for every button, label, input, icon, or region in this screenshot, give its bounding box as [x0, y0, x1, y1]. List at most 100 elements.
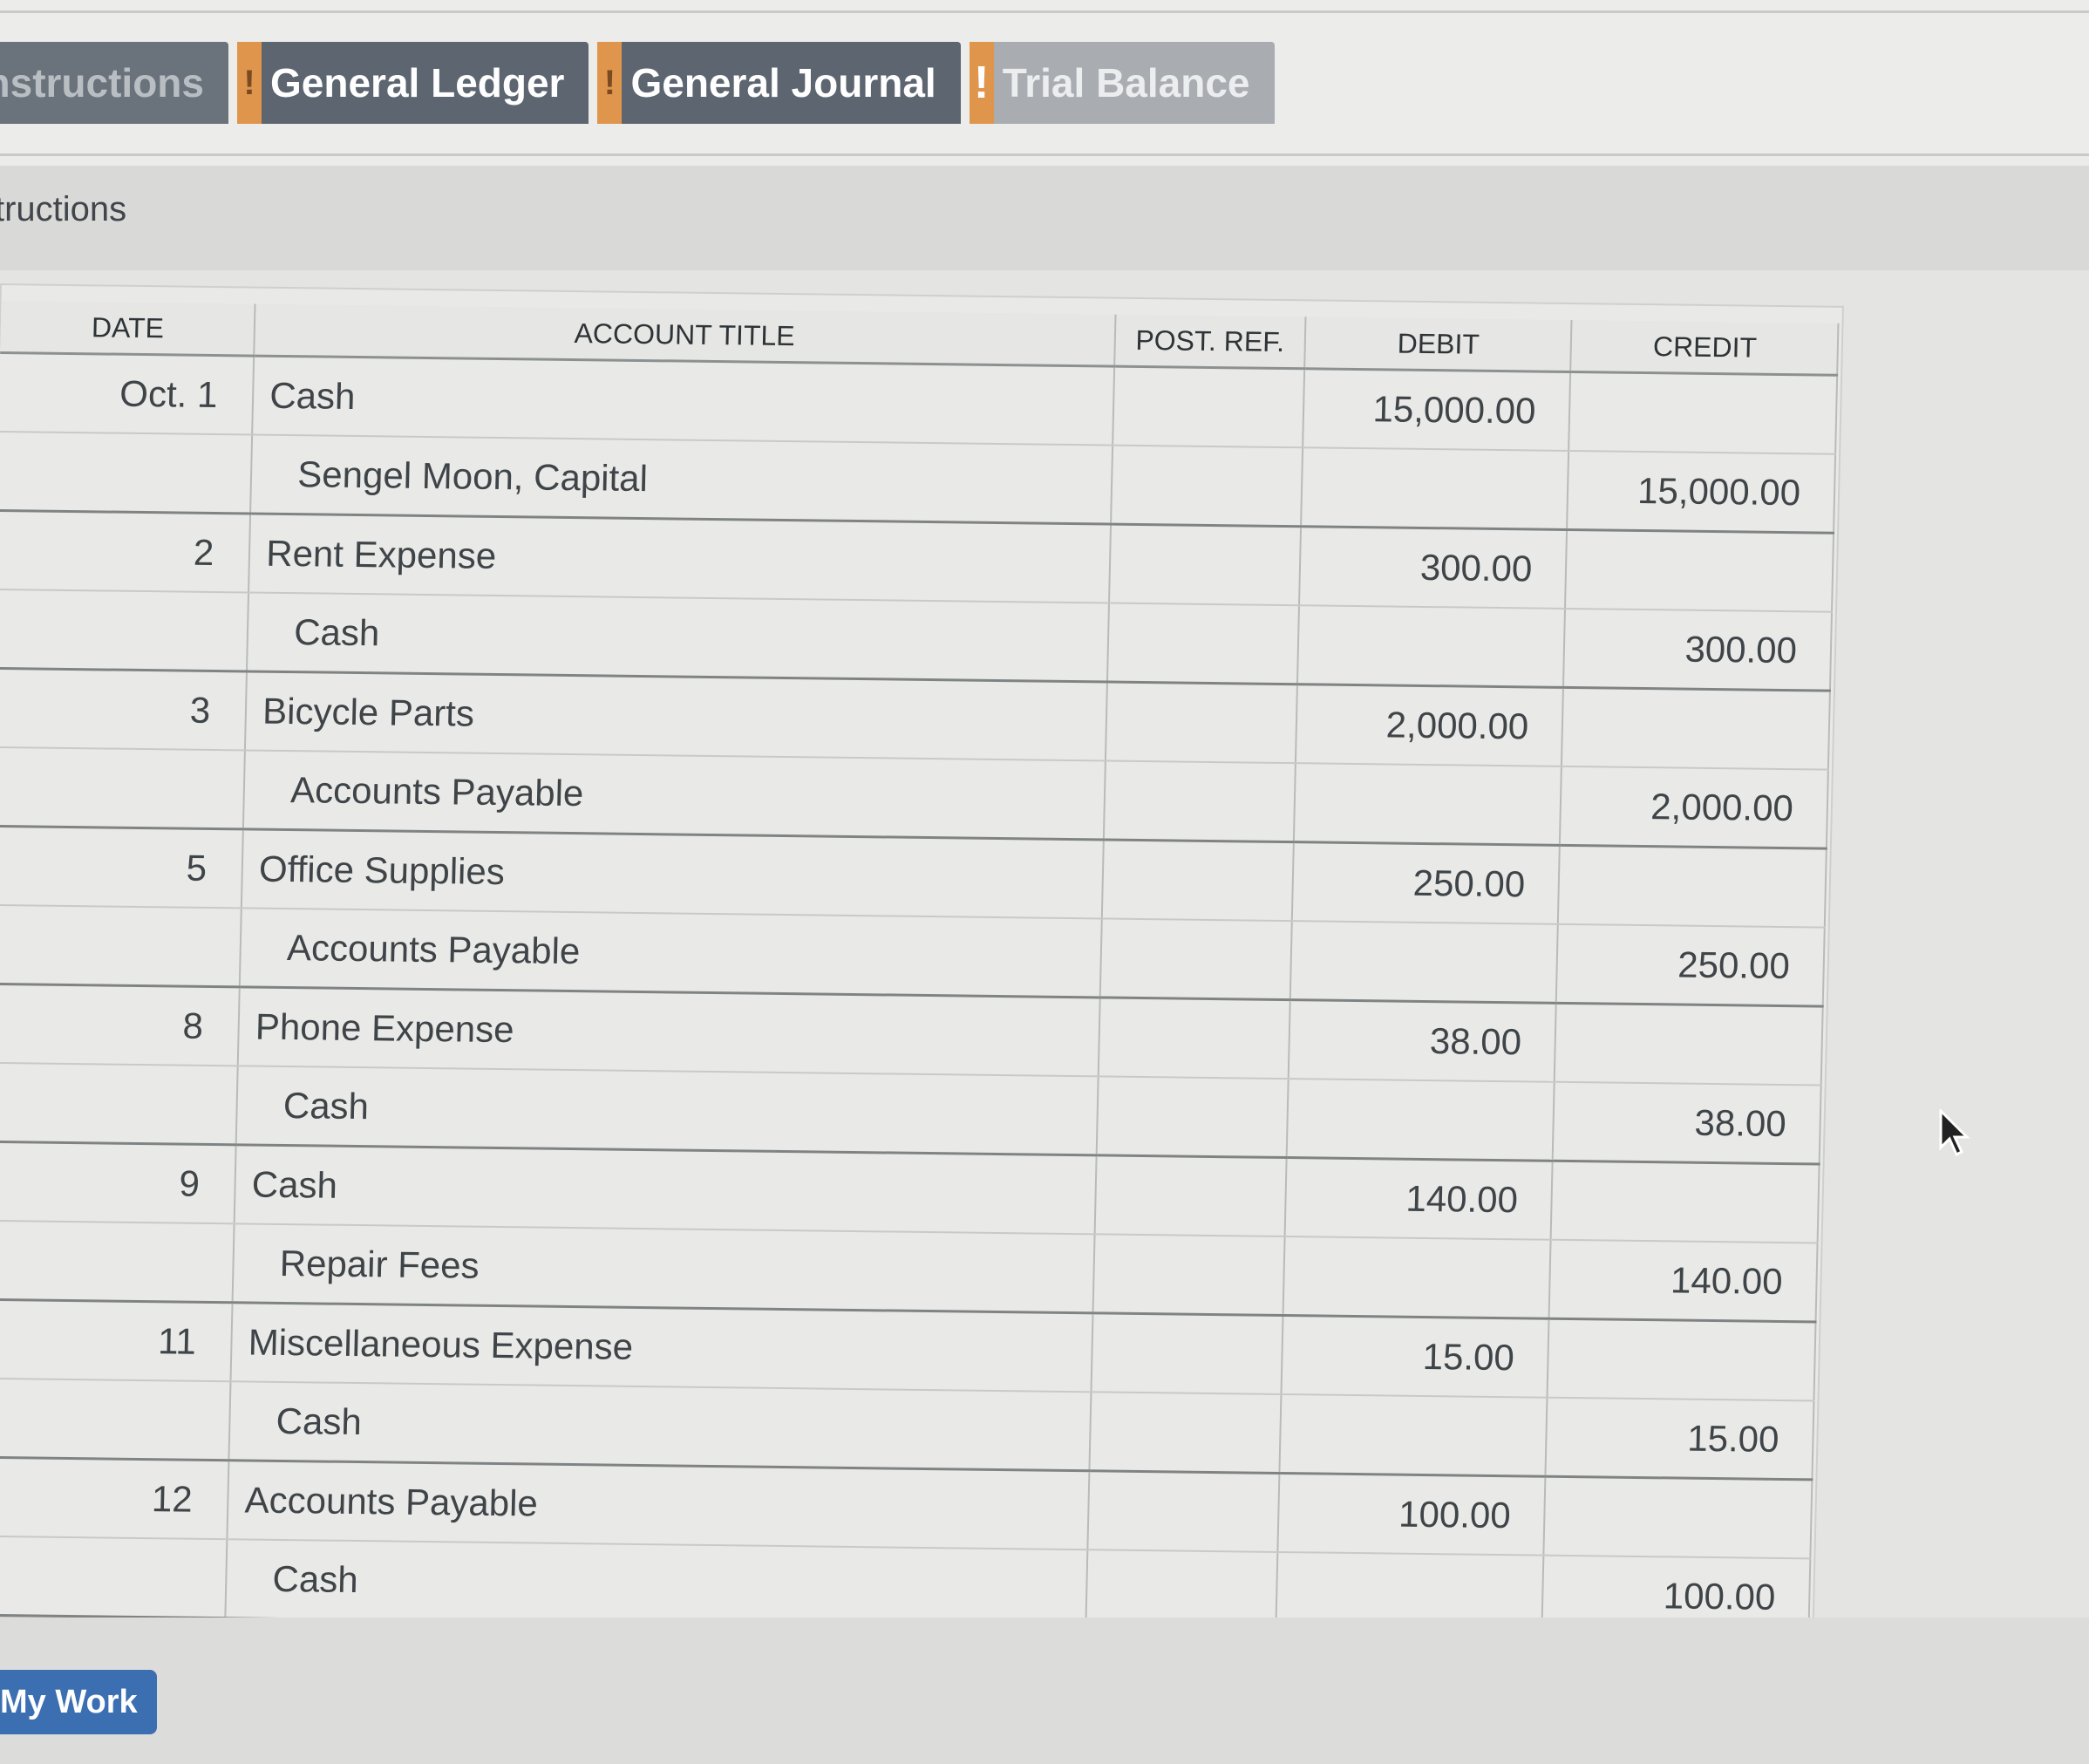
- debit-cell[interactable]: [1289, 921, 1559, 1004]
- journal-table: DATE ACCOUNT TITLE POST. REF. DEBIT CRED…: [0, 301, 1840, 1638]
- date-cell[interactable]: 9: [0, 1141, 236, 1224]
- date-cell[interactable]: [0, 1062, 238, 1145]
- tab-trial-balance[interactable]: ! Trial Balance: [969, 42, 1275, 124]
- post-ref-cell[interactable]: [1089, 1392, 1282, 1474]
- my-work-button[interactable]: My Work: [0, 1670, 157, 1734]
- tab-general-ledger[interactable]: ! General Ledger: [237, 42, 589, 124]
- account-title-cell[interactable]: Repair Fees: [232, 1223, 1095, 1313]
- date-cell[interactable]: [0, 904, 242, 987]
- post-ref-cell[interactable]: [1099, 918, 1292, 1000]
- post-ref-cell[interactable]: [1091, 1312, 1283, 1394]
- tab-instructions[interactable]: nstructions: [0, 42, 228, 124]
- account-title-cell[interactable]: Bicycle Parts: [245, 671, 1108, 761]
- account-title-cell[interactable]: Cash: [235, 1066, 1099, 1155]
- tab-label: Trial Balance: [1002, 60, 1250, 106]
- date-cell[interactable]: 2: [0, 510, 251, 593]
- credit-cell[interactable]: [1555, 1003, 1823, 1086]
- warning-icon: !: [237, 42, 262, 124]
- tab-label: General Journal: [630, 60, 936, 106]
- debit-cell[interactable]: 300.00: [1298, 526, 1568, 609]
- account-title-cell[interactable]: Cash: [234, 1144, 1097, 1235]
- date-cell[interactable]: Oct. 1: [0, 352, 255, 435]
- account-title-cell[interactable]: Accounts Payable: [243, 750, 1106, 840]
- date-cell[interactable]: 11: [0, 1299, 233, 1382]
- credit-cell[interactable]: 2,000.00: [1560, 766, 1828, 849]
- debit-cell[interactable]: [1300, 447, 1569, 530]
- credit-cell[interactable]: 300.00: [1563, 608, 1832, 691]
- credit-cell[interactable]: 15,000.00: [1567, 450, 1836, 534]
- debit-cell[interactable]: 38.00: [1288, 999, 1557, 1082]
- date-cell[interactable]: [0, 431, 253, 514]
- date-cell[interactable]: [0, 589, 249, 671]
- tab-general-journal[interactable]: ! General Journal: [597, 42, 961, 124]
- debit-cell[interactable]: 15.00: [1281, 1315, 1549, 1398]
- date-cell[interactable]: [0, 1378, 231, 1461]
- debit-cell[interactable]: [1279, 1393, 1548, 1477]
- account-title-cell[interactable]: Cash: [247, 592, 1110, 683]
- divider: [0, 10, 2089, 13]
- post-ref-cell[interactable]: [1096, 1076, 1289, 1158]
- date-cell[interactable]: 8: [0, 984, 241, 1066]
- post-ref-cell[interactable]: [1098, 997, 1290, 1080]
- credit-cell[interactable]: 38.00: [1552, 1081, 1821, 1165]
- post-ref-cell[interactable]: [1087, 1470, 1280, 1552]
- section-header-band: [0, 166, 2089, 270]
- date-cell[interactable]: [0, 1220, 235, 1303]
- date-cell[interactable]: [0, 1536, 228, 1618]
- credit-cell[interactable]: 140.00: [1548, 1239, 1818, 1322]
- credit-cell[interactable]: [1558, 845, 1827, 928]
- post-ref-cell[interactable]: [1102, 839, 1294, 922]
- warning-icon: !: [969, 42, 994, 124]
- credit-cell[interactable]: [1550, 1161, 1820, 1243]
- date-cell[interactable]: 3: [0, 668, 248, 751]
- post-ref-cell[interactable]: [1113, 366, 1304, 448]
- post-ref-cell[interactable]: [1104, 760, 1296, 842]
- header-debit: DEBIT: [1303, 317, 1572, 372]
- debit-cell[interactable]: [1293, 763, 1562, 846]
- post-ref-cell[interactable]: [1094, 1154, 1287, 1237]
- footer-band: [0, 1618, 2089, 1764]
- mouse-pointer-icon: [1939, 1109, 1970, 1157]
- credit-cell[interactable]: [1562, 687, 1830, 770]
- post-ref-cell[interactable]: [1107, 603, 1299, 684]
- credit-cell[interactable]: [1547, 1318, 1816, 1401]
- credit-cell[interactable]: [1543, 1476, 1813, 1559]
- debit-cell[interactable]: [1283, 1236, 1551, 1319]
- account-title-cell[interactable]: Phone Expense: [237, 986, 1100, 1077]
- account-title-cell[interactable]: Accounts Payable: [240, 908, 1103, 998]
- account-title-cell[interactable]: Sengel Moon, Capital: [250, 434, 1113, 525]
- account-title-cell[interactable]: Cash: [228, 1381, 1092, 1471]
- credit-cell[interactable]: [1568, 371, 1838, 454]
- header-date: DATE: [0, 301, 255, 357]
- account-title-cell[interactable]: Office Supplies: [242, 828, 1105, 919]
- credit-cell[interactable]: 250.00: [1556, 923, 1825, 1007]
- debit-cell[interactable]: 250.00: [1291, 841, 1561, 924]
- debit-cell[interactable]: 15,000.00: [1302, 368, 1571, 451]
- account-title-cell[interactable]: Miscellaneous Expense: [230, 1302, 1093, 1393]
- debit-cell[interactable]: 140.00: [1284, 1157, 1553, 1240]
- date-cell[interactable]: 12: [0, 1457, 229, 1540]
- post-ref-cell[interactable]: [1092, 1234, 1285, 1316]
- credit-cell[interactable]: 15.00: [1545, 1397, 1814, 1480]
- debit-cell[interactable]: 100.00: [1277, 1473, 1546, 1556]
- account-title-cell[interactable]: Cash: [225, 1539, 1088, 1629]
- post-ref-cell[interactable]: [1106, 682, 1297, 764]
- debit-cell[interactable]: [1296, 605, 1566, 688]
- tab-label: nstructions: [0, 60, 204, 106]
- date-cell[interactable]: 5: [0, 826, 244, 909]
- tab-label: General Ledger: [270, 60, 565, 106]
- tab-bar: nstructions ! General Ledger ! General J…: [0, 42, 1275, 124]
- debit-cell[interactable]: 2,000.00: [1295, 684, 1564, 766]
- credit-cell[interactable]: [1565, 529, 1834, 612]
- account-title-cell[interactable]: Cash: [252, 356, 1115, 446]
- date-cell[interactable]: [0, 746, 246, 829]
- post-ref-cell[interactable]: [1111, 445, 1303, 527]
- header-credit: CREDIT: [1570, 320, 1839, 376]
- account-title-cell[interactable]: Rent Expense: [248, 514, 1112, 603]
- debit-cell[interactable]: [1286, 1079, 1555, 1161]
- header-post-ref: POST. REF.: [1114, 314, 1306, 369]
- account-title-cell[interactable]: Accounts Payable: [227, 1460, 1090, 1550]
- divider: [0, 153, 2089, 156]
- post-ref-cell[interactable]: [1109, 524, 1301, 606]
- warning-icon: !: [597, 42, 623, 124]
